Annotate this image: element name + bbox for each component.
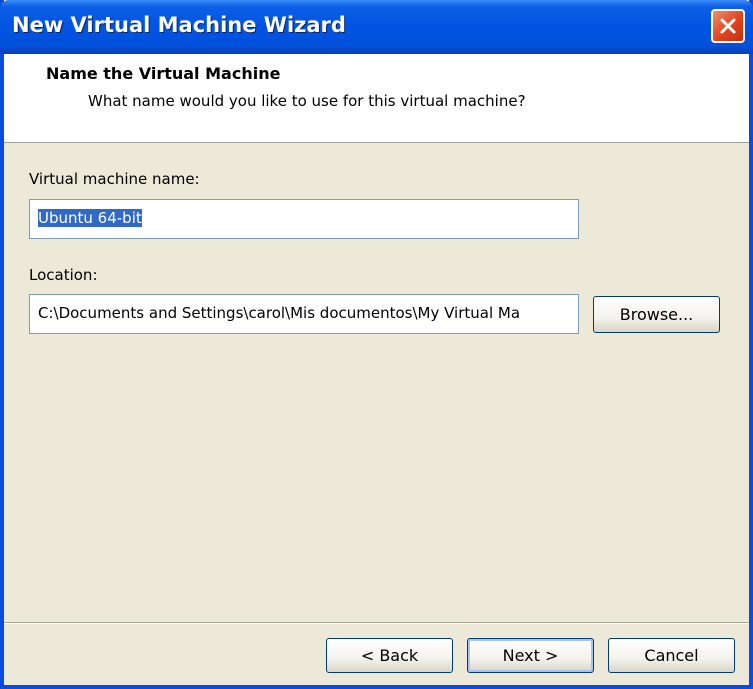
close-button[interactable] <box>711 9 745 43</box>
page-subtitle: What name would you like to use for this… <box>88 92 526 110</box>
browse-button[interactable]: Browse... <box>593 296 720 333</box>
close-icon <box>720 18 736 34</box>
next-button[interactable]: Next > <box>467 638 594 673</box>
cancel-button[interactable]: Cancel <box>608 638 735 673</box>
vm-name-input[interactable]: Ubuntu 64-bit <box>29 199 579 239</box>
wizard-window: New Virtual Machine Wizard Name the Virt… <box>0 0 753 689</box>
window-title: New Virtual Machine Wizard <box>12 13 346 37</box>
location-value: C:\Documents and Settings\carol\Mis docu… <box>38 304 521 322</box>
title-bar[interactable]: New Virtual Machine Wizard <box>0 0 753 54</box>
vm-name-value: Ubuntu 64-bit <box>38 209 142 227</box>
page-title: Name the Virtual Machine <box>46 64 281 83</box>
wizard-header: Name the Virtual Machine What name would… <box>4 54 749 143</box>
footer-divider-highlight <box>4 623 749 624</box>
location-label: Location: <box>29 266 98 284</box>
vm-name-label: Virtual machine name: <box>29 170 200 188</box>
back-button[interactable]: < Back <box>326 638 453 673</box>
location-input[interactable]: C:\Documents and Settings\carol\Mis docu… <box>29 294 579 334</box>
